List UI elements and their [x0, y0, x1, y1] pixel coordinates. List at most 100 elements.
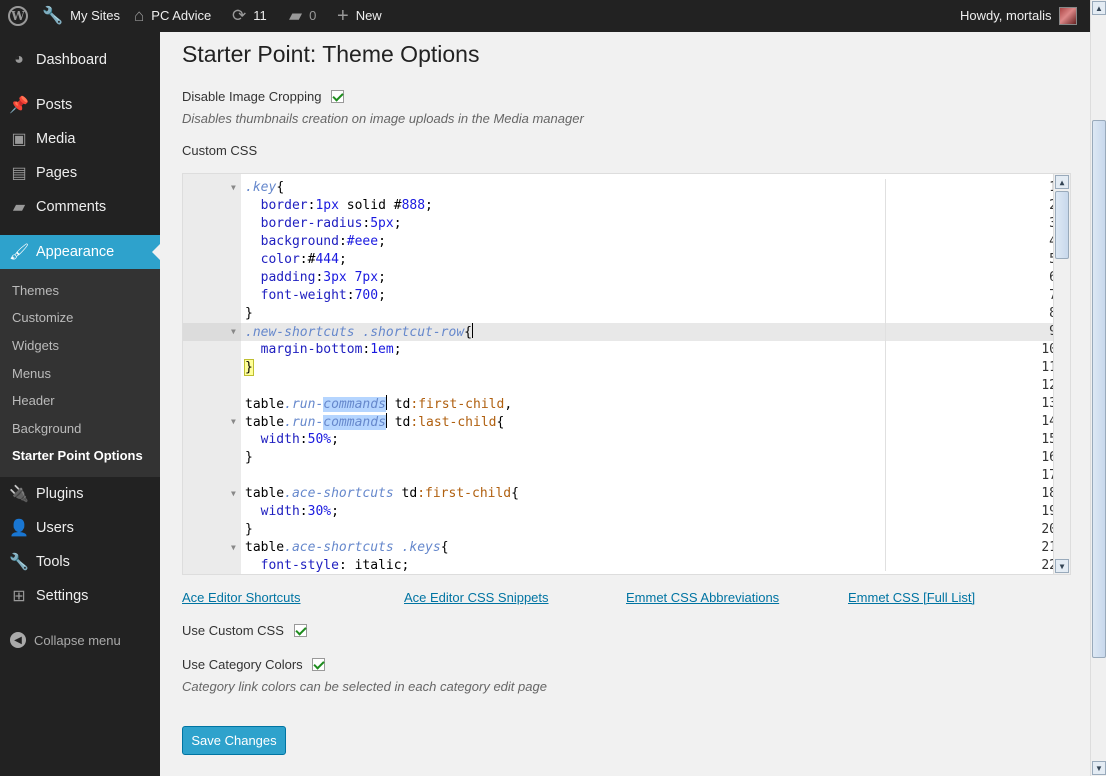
new-content-menu[interactable]: + New — [337, 0, 382, 32]
code-line: width:50%; — [260, 432, 339, 447]
menu-settings[interactable]: ⊞ Settings — [0, 579, 160, 613]
save-changes-button[interactable]: Save Changes — [182, 726, 286, 755]
wrench-icon: 🔧 — [9, 554, 29, 571]
wordpress-logo-icon[interactable]: W — [8, 0, 28, 32]
menu-settings-label: Settings — [36, 588, 89, 604]
refresh-icon: ⟳ — [232, 6, 247, 25]
plug-icon: 🔌 — [9, 486, 29, 503]
editor-gutter — [183, 174, 241, 574]
code-line: table.ace-shortcuts .keys{ — [245, 540, 449, 555]
ace-editor-css-snippets-link[interactable]: Ace Editor CSS Snippets — [404, 590, 549, 605]
menu-plugins[interactable]: 🔌 Plugins — [0, 477, 160, 511]
code-line: } — [244, 359, 254, 376]
page-title: Starter Point: Theme Options — [182, 41, 480, 67]
fold-arrow-icon[interactable]: ▼ — [231, 485, 236, 503]
submenu-starter-point-options[interactable]: Starter Point Options — [12, 448, 143, 463]
editor-scroll-down-arrow-icon[interactable]: ▼ — [1055, 559, 1069, 573]
code-line: margin-bottom:1em; — [260, 342, 402, 357]
code-line: } — [245, 522, 253, 537]
submenu-customize[interactable]: Customize — [12, 310, 73, 325]
new-label: New — [355, 8, 382, 23]
fold-arrow-icon[interactable]: ▼ — [231, 539, 236, 557]
pages-icon: ▤ — [11, 165, 27, 182]
use-category-colors-checkbox[interactable] — [312, 658, 326, 671]
submenu-background[interactable]: Background — [12, 421, 81, 436]
submenu-menus[interactable]: Menus — [12, 366, 51, 381]
comments-menu[interactable]: ▰ 0 — [289, 0, 316, 32]
admin-bar: W 🔧 My Sites ⌂ PC Advice ⟳ 11 ▰ 0 + New … — [0, 0, 1090, 32]
fold-arrow-icon[interactable]: ▼ — [231, 179, 236, 197]
editor-scroll-thumb[interactable] — [1055, 191, 1069, 259]
my-sites-menu[interactable]: 🔧 My Sites — [42, 0, 120, 32]
disable-cropping-row: Disable Image Cropping — [182, 89, 345, 104]
menu-dashboard-label: Dashboard — [36, 52, 107, 68]
site-name-menu[interactable]: ⌂ PC Advice — [134, 0, 211, 32]
custom-css-label: Custom CSS — [182, 143, 258, 158]
menu-dashboard[interactable]: ◕ Dashboard — [0, 43, 160, 77]
comment-bubble-icon: ▰ — [289, 6, 303, 25]
menu-media-label: Media — [36, 131, 76, 147]
page-scroll-up-arrow-icon[interactable]: ▲ — [1092, 1, 1106, 15]
page-scroll-thumb[interactable] — [1092, 120, 1106, 658]
menu-posts-label: Posts — [36, 97, 73, 113]
use-custom-css-label: Use Custom CSS — [182, 623, 284, 638]
submenu-themes[interactable]: Themes — [12, 283, 59, 298]
plus-icon: + — [337, 5, 349, 27]
menu-appearance[interactable]: 🖌 Appearance — [0, 235, 160, 269]
code-line: border-radius:5px; — [260, 216, 402, 231]
updates-count: 11 — [253, 8, 267, 23]
media-icon: ▣ — [11, 131, 27, 148]
menu-media[interactable]: ▣ Media — [0, 122, 160, 156]
site-name-label: PC Advice — [151, 8, 212, 23]
paintbrush-icon: 🖌 — [9, 244, 30, 261]
code-line: color:#444; — [260, 252, 347, 267]
editor-scrollbar[interactable]: ▲ ▼ — [1053, 174, 1070, 574]
account-menu[interactable]: Howdy, mortalis — [960, 0, 1077, 32]
code-line: } — [245, 306, 253, 321]
menu-users[interactable]: 👤 Users — [0, 511, 160, 545]
collapse-arrow-icon: ◀ — [10, 632, 26, 648]
admin-sidebar: ◕ Dashboard 📌 Posts ▣ Media ▤ Pages ▰ Co… — [0, 32, 160, 776]
code-line: background:#eee; — [260, 234, 386, 249]
css-code-editor[interactable]: 1▼23456789▼1011121314▼15161718▼192021▼22… — [182, 173, 1071, 575]
menu-tools[interactable]: 🔧 Tools — [0, 545, 160, 579]
use-custom-css-row: Use Custom CSS — [182, 623, 307, 638]
editor-code-area[interactable]: .key{ border:1px solid #888; border-radi… — [244, 174, 1055, 574]
menu-appearance-label: Appearance — [36, 244, 115, 260]
emmet-css-full-list-link[interactable]: Emmet CSS [Full List] — [848, 590, 975, 605]
menu-users-label: Users — [36, 520, 74, 536]
collapse-menu-button[interactable]: ◀ Collapse menu — [10, 632, 121, 648]
fold-arrow-icon[interactable]: ▼ — [231, 323, 236, 341]
editor-scroll-up-arrow-icon[interactable]: ▲ — [1055, 175, 1069, 189]
use-custom-css-checkbox[interactable] — [293, 624, 307, 637]
menu-plugins-label: Plugins — [36, 486, 84, 502]
disable-cropping-label: Disable Image Cropping — [182, 89, 322, 104]
comments-count: 0 — [309, 8, 317, 23]
menu-comments[interactable]: ▰ Comments — [0, 190, 160, 224]
disable-cropping-description: Disables thumbnails creation on image up… — [182, 111, 584, 126]
ace-editor-shortcuts-link[interactable]: Ace Editor Shortcuts — [182, 590, 301, 605]
page-scrollbar[interactable]: ▲ ▼ — [1090, 0, 1106, 776]
updates-menu[interactable]: ⟳ 11 — [232, 0, 267, 32]
submenu-header[interactable]: Header — [12, 393, 55, 408]
category-colors-description: Category link colors can be selected in … — [182, 679, 547, 694]
code-line: width:30%; — [260, 504, 339, 519]
avatar — [1058, 7, 1077, 25]
emmet-css-abbreviations-link[interactable]: Emmet CSS Abbreviations — [626, 590, 779, 605]
menu-comments-label: Comments — [36, 199, 107, 215]
disable-cropping-checkbox[interactable] — [331, 90, 345, 103]
collapse-menu-label: Collapse menu — [34, 632, 121, 648]
howdy-label: Howdy, mortalis — [960, 8, 1052, 23]
comment-icon: ▰ — [12, 199, 26, 216]
fold-arrow-icon[interactable]: ▼ — [231, 413, 236, 431]
appearance-submenu: Themes Customize Widgets Menus Header Ba… — [0, 269, 160, 477]
menu-pages[interactable]: ▤ Pages — [0, 156, 160, 190]
code-line: table.run-commands td:first-child, — [245, 395, 513, 412]
use-category-colors-label: Use Category Colors — [182, 657, 303, 672]
submenu-widgets[interactable]: Widgets — [12, 338, 59, 353]
page-scroll-down-arrow-icon[interactable]: ▼ — [1092, 761, 1106, 775]
use-category-colors-row: Use Category Colors — [182, 657, 326, 672]
pushpin-icon: 📌 — [9, 97, 29, 114]
code-line: table.run-commands td:last-child{ — [245, 413, 505, 430]
menu-posts[interactable]: 📌 Posts — [0, 88, 160, 122]
